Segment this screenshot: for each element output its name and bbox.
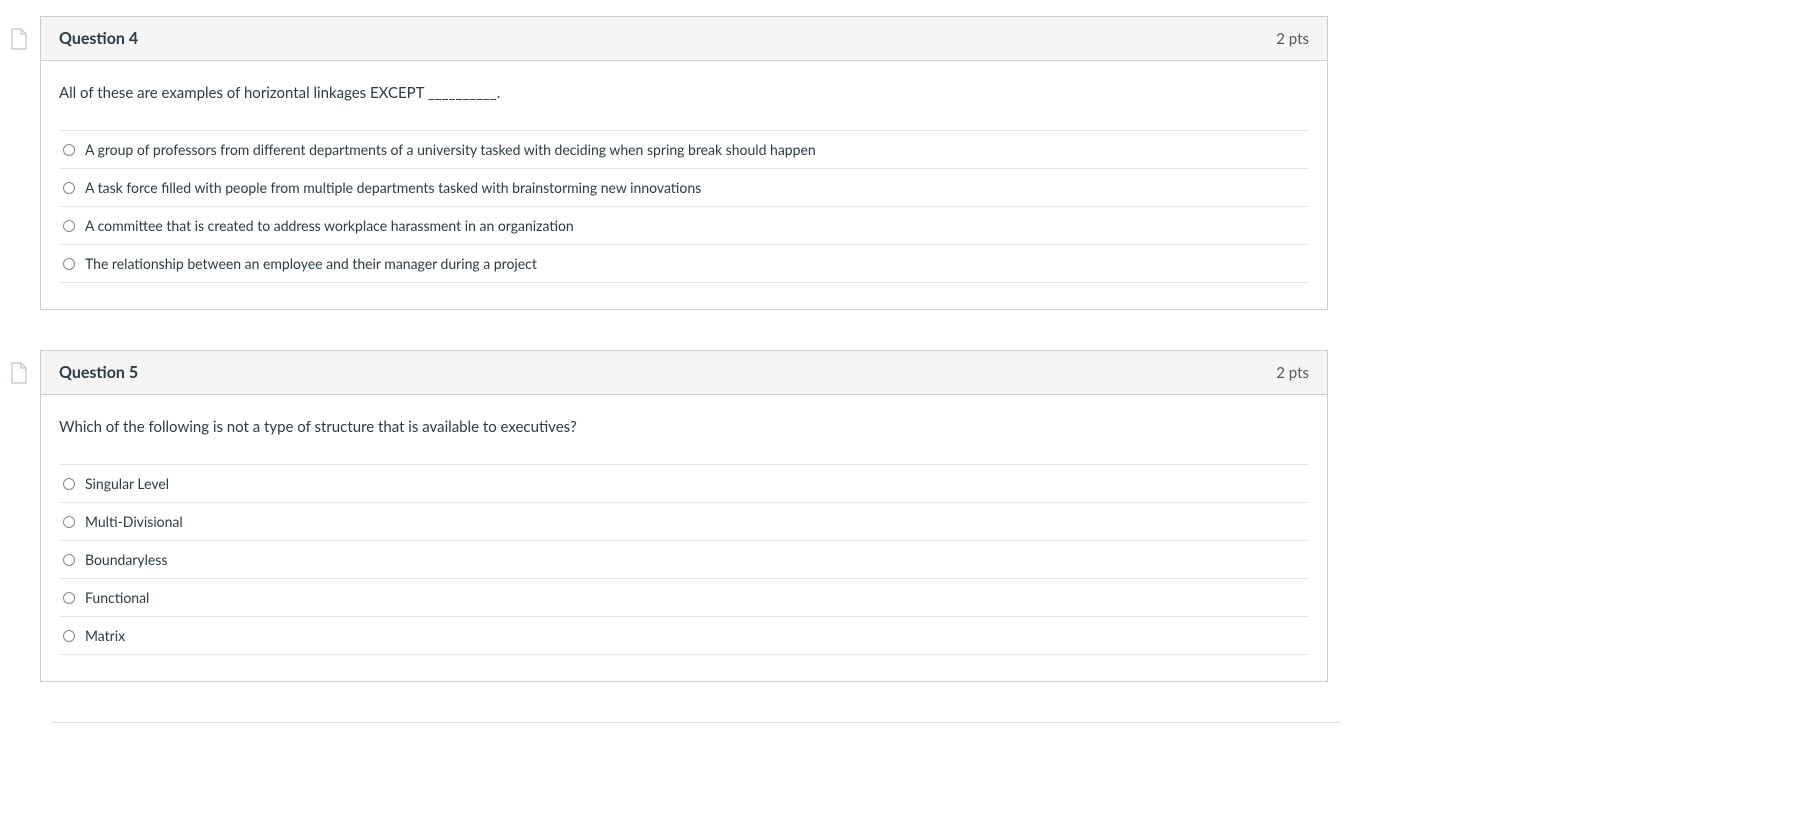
radio-icon[interactable] xyxy=(63,516,75,528)
answer-option[interactable]: A task force filled with people from mul… xyxy=(59,168,1309,206)
question-body: All of these are examples of horizontal … xyxy=(41,61,1327,309)
radio-icon[interactable] xyxy=(63,630,75,642)
answer-label: Singular Level xyxy=(85,475,169,492)
question-body: Which of the following is not a type of … xyxy=(41,395,1327,681)
answers-list: A group of professors from different dep… xyxy=(59,130,1309,283)
answer-option[interactable]: A committee that is created to address w… xyxy=(59,206,1309,244)
answer-label: Matrix xyxy=(85,627,125,644)
question-box: Question 5 2 pts Which of the following … xyxy=(40,350,1328,682)
answer-label: Multi-Divisional xyxy=(85,513,183,530)
answer-option[interactable]: Boundaryless xyxy=(59,540,1309,578)
answers-list: Singular Level Multi-Divisional Boundary… xyxy=(59,464,1309,655)
document-outline-icon xyxy=(10,362,28,384)
answer-option[interactable]: The relationship between an employee and… xyxy=(59,244,1309,283)
radio-icon[interactable] xyxy=(63,258,75,270)
question-wrapper: Question 4 2 pts All of these are exampl… xyxy=(10,16,1794,310)
question-text: Which of the following is not a type of … xyxy=(59,417,1309,438)
answer-label: Boundaryless xyxy=(85,551,167,568)
question-title: Question 5 xyxy=(59,363,138,382)
answer-option[interactable]: Singular Level xyxy=(59,464,1309,502)
question-points: 2 pts xyxy=(1276,364,1309,382)
answer-label: A group of professors from different dep… xyxy=(85,141,816,158)
answer-label: A committee that is created to address w… xyxy=(85,217,574,234)
question-text: All of these are examples of horizontal … xyxy=(59,83,1309,104)
question-header: Question 4 2 pts xyxy=(41,17,1327,61)
answer-option[interactable]: Multi-Divisional xyxy=(59,502,1309,540)
question-wrapper: Question 5 2 pts Which of the following … xyxy=(10,350,1794,682)
answer-option[interactable]: Functional xyxy=(59,578,1309,616)
answer-option[interactable]: Matrix xyxy=(59,616,1309,655)
horizontal-rule xyxy=(52,722,1340,723)
answer-label: The relationship between an employee and… xyxy=(85,255,537,272)
answer-label: A task force filled with people from mul… xyxy=(85,179,701,196)
radio-icon[interactable] xyxy=(63,478,75,490)
document-outline-icon xyxy=(10,28,28,50)
radio-icon[interactable] xyxy=(63,592,75,604)
question-points: 2 pts xyxy=(1276,30,1309,48)
question-title: Question 4 xyxy=(59,29,138,48)
radio-icon[interactable] xyxy=(63,144,75,156)
radio-icon[interactable] xyxy=(63,220,75,232)
radio-icon[interactable] xyxy=(63,182,75,194)
answer-option[interactable]: A group of professors from different dep… xyxy=(59,130,1309,168)
answer-label: Functional xyxy=(85,589,149,606)
radio-icon[interactable] xyxy=(63,554,75,566)
question-header: Question 5 2 pts xyxy=(41,351,1327,395)
question-box: Question 4 2 pts All of these are exampl… xyxy=(40,16,1328,310)
